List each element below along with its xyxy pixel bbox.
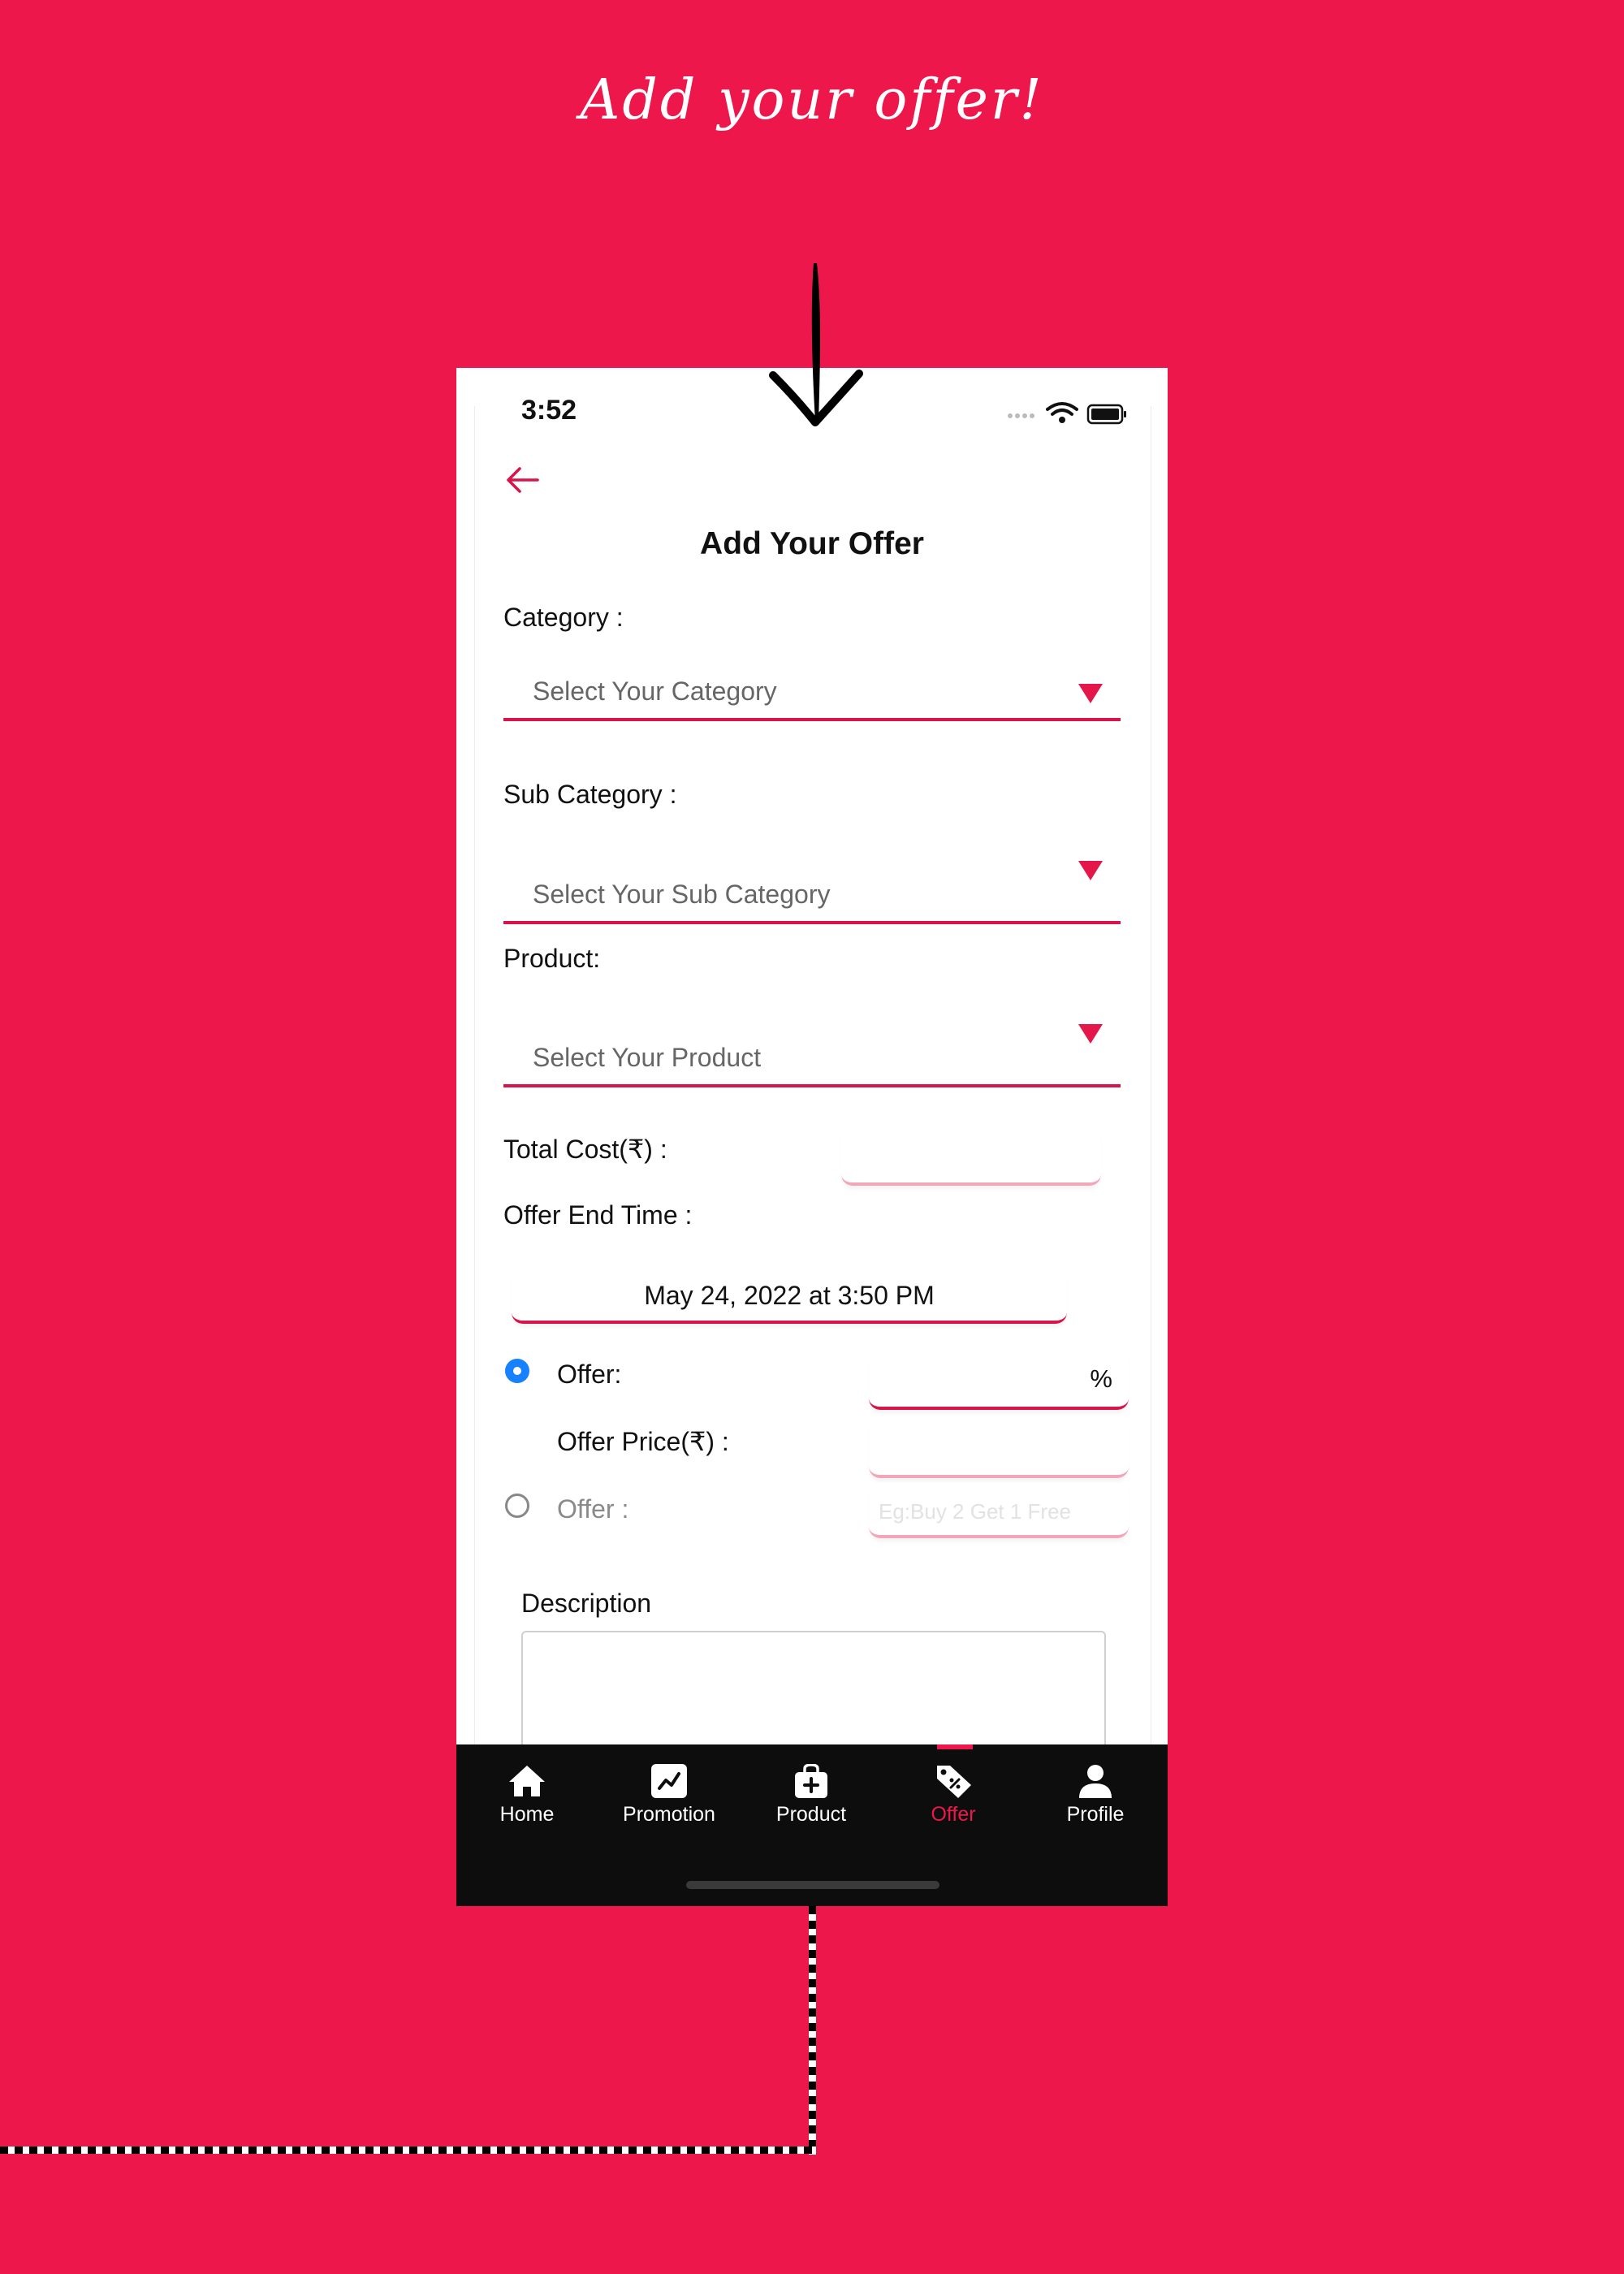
offer-price-label: Offer Price(₹) :	[557, 1427, 729, 1456]
category-select[interactable]: Select Your Category	[503, 656, 1121, 721]
offer-percent-input[interactable]: %	[869, 1353, 1129, 1410]
description-label: Description	[521, 1589, 652, 1618]
category-label: Category :	[503, 603, 624, 632]
nav-product[interactable]: Product	[746, 1764, 876, 1827]
offer-tag-icon	[937, 1766, 971, 1798]
offer-text-radio[interactable]	[505, 1494, 529, 1518]
back-arrow-icon[interactable]	[503, 461, 544, 499]
home-indicator	[686, 1881, 939, 1889]
connector-line-vertical	[809, 1906, 816, 2155]
product-label: Product:	[503, 944, 601, 973]
pointer-arrow-icon	[769, 263, 863, 426]
offer-text-input[interactable]: Eg:Buy 2 Get 1 Free	[869, 1483, 1129, 1538]
product-placeholder: Select Your Product	[533, 1043, 762, 1072]
product-bag-icon	[795, 1764, 827, 1798]
profile-icon	[1079, 1765, 1112, 1798]
active-tab-indicator	[937, 1744, 973, 1749]
bottom-nav: Home Promotion Product Offer Profile	[456, 1744, 1168, 1906]
nav-offer[interactable]: Offer	[888, 1764, 1018, 1827]
nav-home[interactable]: Home	[462, 1764, 592, 1827]
promo-headline: Add your offer!	[580, 68, 1044, 132]
offer-end-time-label: Offer End Time :	[503, 1200, 693, 1230]
dropdown-caret-icon	[1078, 861, 1103, 880]
battery-icon	[1086, 404, 1126, 425]
percent-suffix: %	[1090, 1364, 1112, 1393]
sub-category-label: Sub Category :	[503, 780, 677, 809]
home-icon	[509, 1766, 545, 1796]
total-cost-label: Total Cost(₹) :	[503, 1135, 667, 1164]
page-title: Add Your Offer	[700, 526, 924, 561]
sub-category-select[interactable]: Select Your Sub Category	[503, 859, 1121, 924]
dropdown-caret-icon	[1078, 684, 1103, 703]
sub-category-placeholder: Select Your Sub Category	[533, 880, 831, 909]
product-select[interactable]: Select Your Product	[503, 1022, 1121, 1087]
connector-line-horizontal	[0, 2146, 816, 2154]
category-placeholder: Select Your Category	[533, 677, 777, 706]
promotion-chart-icon	[651, 1764, 687, 1798]
status-icons	[1008, 402, 1126, 425]
offer-percent-label: Offer:	[557, 1360, 622, 1389]
signal-icon	[1008, 413, 1034, 418]
total-cost-input[interactable]	[841, 1131, 1101, 1186]
nav-label-profile: Profile	[1066, 1803, 1125, 1826]
nav-label-offer: Offer	[931, 1803, 976, 1826]
status-time: 3:52	[521, 395, 577, 426]
nav-profile[interactable]: Profile	[1030, 1764, 1160, 1827]
dropdown-caret-icon	[1078, 1024, 1103, 1044]
offer-price-input[interactable]	[869, 1423, 1129, 1478]
nav-label-home: Home	[499, 1803, 555, 1826]
nav-label-product: Product	[775, 1803, 847, 1826]
nav-promotion[interactable]: Promotion	[604, 1764, 734, 1827]
nav-label-promotion: Promotion	[623, 1803, 715, 1826]
offer-text-placeholder: Eg:Buy 2 Get 1 Free	[879, 1499, 1072, 1524]
offer-text-label: Offer :	[557, 1494, 629, 1524]
offer-percent-radio[interactable]	[505, 1359, 529, 1383]
offer-end-time-picker[interactable]: May 24, 2022 at 3:50 PM	[512, 1269, 1067, 1324]
wifi-icon	[1046, 402, 1078, 416]
